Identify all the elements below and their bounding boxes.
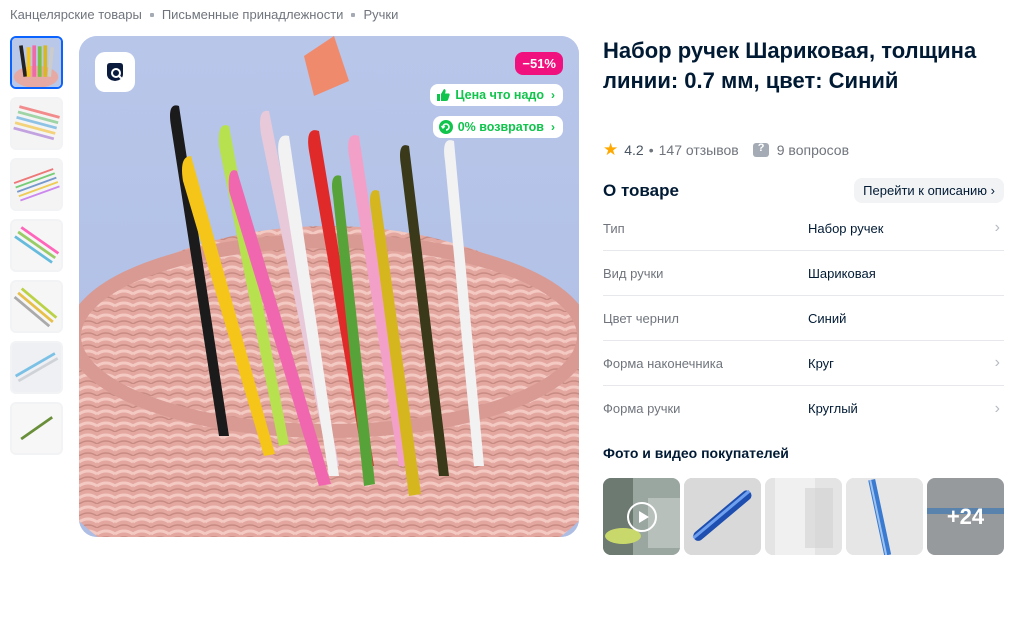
returns-label: 0% возвратов <box>457 120 544 134</box>
main-product-photo[interactable]: −51% Цена что надо › 0% возвратов › <box>79 36 579 537</box>
spec-key: Форма ручки <box>603 401 681 416</box>
customer-photo-1[interactable] <box>684 478 761 555</box>
spec-key: Тип <box>603 220 625 236</box>
spec-row-ink-color: Цвет чернил Синий <box>603 296 1004 341</box>
chevron-right-icon: › <box>551 88 555 102</box>
customer-media-gallery: +24 <box>603 478 1004 555</box>
reviews-link[interactable]: 147 отзывов <box>659 142 739 158</box>
product-image <box>79 36 579 537</box>
spec-row-tip-shape[interactable]: Форма наконечника Круг › <box>603 341 1004 386</box>
customer-photo-more[interactable]: +24 <box>927 478 1004 555</box>
spec-value: Шариковая <box>808 265 876 281</box>
fair-price-chip[interactable]: Цена что надо › <box>430 84 563 106</box>
chevron-right-icon: › <box>994 354 1000 371</box>
chevron-right-icon: › <box>994 399 1000 417</box>
breadcrumb-item-pens[interactable]: Ручки <box>363 7 398 22</box>
question-icon <box>752 142 769 157</box>
returns-chip[interactable]: 0% возвратов › <box>432 116 563 138</box>
customer-photo-3[interactable] <box>846 478 923 555</box>
thumbnail-3[interactable] <box>10 158 63 211</box>
breadcrumb-separator <box>149 12 154 17</box>
more-photos-count: +24 <box>927 478 1004 555</box>
questions-link[interactable]: 9 вопросов <box>777 142 849 158</box>
image-search-icon <box>107 63 123 81</box>
rating-summary: ★ 4.2 • 147 отзывов 9 вопросов <box>603 140 849 160</box>
thumbnail-gallery <box>10 36 64 463</box>
rating-separator: • <box>648 142 654 158</box>
customer-media-heading: Фото и видео покупателей <box>603 445 789 461</box>
chevron-right-icon: › <box>551 120 555 134</box>
thumbnail-4[interactable] <box>10 219 63 272</box>
fair-price-label: Цена что надо <box>455 88 544 102</box>
thumbs-up-icon <box>436 88 451 102</box>
go-to-description-label: Перейти к описанию <box>863 183 988 198</box>
spec-value: Синий <box>808 310 847 326</box>
spec-value: Набор ручек <box>808 220 884 236</box>
thumbnail-7[interactable] <box>10 402 63 455</box>
spec-key: Форма наконечника <box>603 355 723 371</box>
product-title: Набор ручек Шариковая, толщина линии: 0.… <box>603 38 977 93</box>
breadcrumb: Канцелярские товары Письменные принадлеж… <box>10 7 398 22</box>
spec-row-pen-shape[interactable]: Форма ручки Круглый › <box>603 386 1004 431</box>
rating-score: 4.2 <box>624 142 644 158</box>
thumbnail-2[interactable] <box>10 97 63 150</box>
go-to-description-button[interactable]: Перейти к описанию › <box>854 178 1004 203</box>
thumbnail-5[interactable] <box>10 280 63 333</box>
thumbnail-6[interactable] <box>10 341 63 394</box>
spec-value: Круглый <box>808 401 858 416</box>
spec-row-type[interactable]: Тип Набор ручек › <box>603 206 1004 251</box>
customer-video[interactable] <box>603 478 680 555</box>
spec-key: Вид ручки <box>603 265 664 281</box>
customer-photo-2[interactable] <box>765 478 842 555</box>
spec-value: Круг <box>808 355 834 371</box>
specs-list: Тип Набор ручек › Вид ручки Шариковая Цв… <box>603 206 1004 431</box>
play-icon <box>627 502 657 532</box>
spec-row-pen-kind: Вид ручки Шариковая <box>603 251 1004 296</box>
about-header: О товаре Перейти к описанию › <box>603 178 1004 203</box>
star-icon: ★ <box>603 140 619 159</box>
return-icon <box>438 120 453 134</box>
about-heading: О товаре <box>603 180 679 200</box>
breadcrumb-item-office-supplies[interactable]: Канцелярские товары <box>10 7 142 22</box>
image-search-button[interactable] <box>95 52 135 92</box>
chevron-right-icon: › <box>994 219 1000 236</box>
thumbnail-1[interactable] <box>10 36 63 89</box>
discount-badge: −51% <box>515 52 563 75</box>
spec-key: Цвет чернил <box>603 310 680 326</box>
breadcrumb-separator <box>351 12 356 17</box>
chevron-right-icon: › <box>990 183 995 198</box>
breadcrumb-item-writing-supplies[interactable]: Письменные принадлежности <box>162 7 344 22</box>
